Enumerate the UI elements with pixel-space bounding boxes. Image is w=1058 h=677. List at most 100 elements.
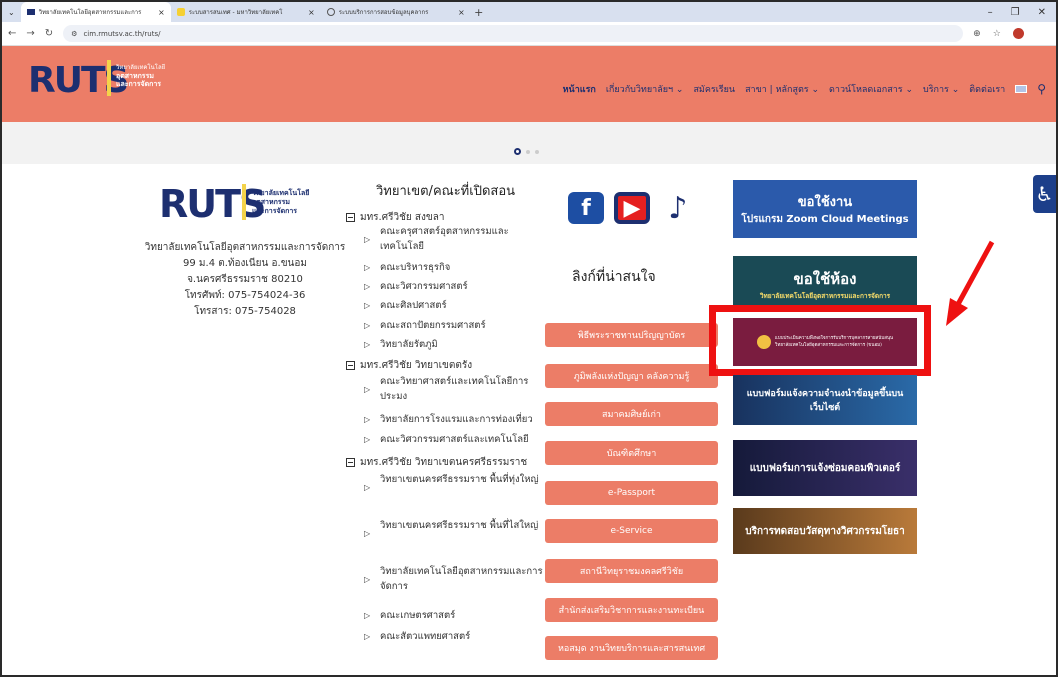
- highlight-box: [709, 305, 931, 376]
- faculty-item[interactable]: ▷ คณะวิศวกรรมศาสตร์: [364, 279, 545, 294]
- nav-services[interactable]: บริการ ⌄: [923, 82, 959, 96]
- language-flag-icon[interactable]: [1015, 85, 1028, 93]
- nav-about[interactable]: เกี่ยวกับวิทยาลัยฯ ⌄: [606, 82, 684, 96]
- college-address: วิทยาลัยเทคโนโลยีอุตสาหกรรมและการจัดการ …: [140, 240, 350, 320]
- logo-sub-line: และการจัดการ: [252, 207, 298, 215]
- restore-icon[interactable]: ❐: [1011, 7, 1020, 18]
- tab-label: ระบบสารสนเทศ - มหาวิทยาลัยเทคโ: [188, 9, 283, 16]
- campus-label: มทร.ศรีวิชัย สงขลา: [360, 212, 445, 223]
- play-icon: ▷: [364, 575, 371, 584]
- play-icon: ▷: [364, 415, 371, 424]
- room-banner[interactable]: ขอใช้ห้อง วิทยาลัยเทคโนโลยีอุตสาหกรรมและ…: [733, 256, 917, 312]
- banner-title: บริการทดสอบวัสดุทางวิศวกรรมโยธา: [745, 525, 905, 537]
- tab-ruts[interactable]: วิทยาลัยเทคโนโลยีอุตสาหกรรมและการ ×: [20, 2, 171, 22]
- link-button-graduation[interactable]: พิธีพระราชทานปริญญาบัตร: [545, 323, 718, 347]
- zoom-icon[interactable]: ⊕: [973, 29, 981, 39]
- profile-avatar[interactable]: [1012, 28, 1024, 39]
- tab-list-icon[interactable]: ⌄: [2, 8, 21, 17]
- slider-dot-active[interactable]: [514, 148, 521, 155]
- banner-title: ขอใช้ห้อง: [793, 270, 857, 288]
- link-button-library[interactable]: หอสมุด งานวิทยบริการและสารสนเทศ: [545, 636, 718, 660]
- zoom-banner[interactable]: ขอใช้งาน โปรแกรม Zoom Cloud Meetings: [733, 180, 917, 238]
- link-button-eservice[interactable]: e-Service: [545, 519, 718, 543]
- close-tab-icon[interactable]: ×: [308, 8, 315, 17]
- address-line: 99 ม.4 ต.ท้องเนียน อ.ขนอม: [183, 258, 307, 269]
- tab-strip: ⌄ วิทยาลัยเทคโนโลยีอุตสาหกรรมและการ × ระ…: [2, 2, 1056, 22]
- tab-info-system[interactable]: ระบบสารสนเทศ - มหาวิทยาลัยเทคโ ×: [171, 2, 321, 22]
- slider-dot[interactable]: [526, 149, 530, 154]
- reload-icon[interactable]: ↻: [45, 28, 53, 39]
- campus-trang[interactable]: มทร.ศรีวิชัย วิทยาเขตตรัง: [346, 358, 472, 373]
- slider-dots: [514, 148, 539, 155]
- faculty-item[interactable]: ▷ คณะสถาปัตยกรรมศาสตร์: [364, 318, 545, 333]
- link-button-radio[interactable]: สถานีวิทยุราชมงคลศรีวิชัย: [545, 559, 718, 583]
- faculty-label: คณะศิลปศาสตร์: [380, 300, 447, 311]
- footer-logo-accent: [242, 184, 246, 220]
- faculty-item[interactable]: ▷ คณะศิลปศาสตร์: [364, 298, 545, 313]
- forward-icon[interactable]: →: [26, 28, 34, 39]
- slider-dot[interactable]: [535, 149, 539, 154]
- web-form-banner[interactable]: แบบฟอร์มแจ้งความจำนงนำข้อมูลขึ้นบนเว็บไซ…: [733, 375, 917, 425]
- youtube-icon[interactable]: ▶: [614, 192, 650, 224]
- faculty-item[interactable]: ▷ คณะครุศาสตร์อุตสาหกรรมและเทคโนโลยี: [364, 224, 545, 254]
- annotation-arrow-icon: [946, 240, 995, 326]
- faculty-item[interactable]: ▷ คณะบริหารธุรกิจ: [364, 260, 545, 275]
- faculty-item[interactable]: ▷ วิทยาเขตนครศรีธรรมราช พื้นที่ไสใหญ่: [364, 518, 545, 538]
- nav-apply[interactable]: สมัครเรียน: [693, 82, 735, 96]
- url-field[interactable]: ⚙ cim.rmutsv.ac.th/ruts/: [63, 25, 964, 42]
- close-tab-icon[interactable]: ×: [158, 8, 165, 17]
- link-button-alumni[interactable]: สมาคมศิษย์เก่า: [545, 402, 718, 426]
- close-window-icon[interactable]: ✕: [1038, 7, 1046, 18]
- close-tab-icon[interactable]: ×: [458, 8, 465, 17]
- faculty-label: คณะครุศาสตร์อุตสาหกรรมและเทคโนโลยี: [380, 226, 509, 252]
- faculty-item[interactable]: ▷ คณะสัตวแพทยศาสตร์: [364, 629, 545, 644]
- play-icon: ▷: [364, 435, 371, 444]
- logo-sub-line: และการจัดการ: [116, 80, 162, 88]
- facebook-icon[interactable]: f: [568, 192, 604, 224]
- link-button-knowledge[interactable]: ภูมิพลังแห่งปัญญา คลังความรู้: [545, 364, 718, 388]
- new-tab-icon[interactable]: +: [471, 6, 487, 19]
- minimize-icon[interactable]: –: [988, 7, 993, 18]
- globe-favicon-icon: [326, 8, 335, 16]
- play-icon: ▷: [364, 529, 371, 538]
- nav-home[interactable]: หน้าแรก: [563, 82, 596, 96]
- banner-title: แบบฟอร์มการแจ้งซ่อมคอมพิวเตอร์: [749, 462, 901, 474]
- site-logo[interactable]: RUTS: [28, 60, 129, 101]
- campus-nakhon[interactable]: มทร.ศรีวิชัย วิทยาเขตนครศรีธรรมราช: [346, 455, 527, 470]
- faculty-item[interactable]: ▷ คณะวิศวกรรมศาสตร์และเทคโนโลยี: [364, 432, 545, 447]
- faculty-item[interactable]: ▷ วิทยาลัยเทคโนโลยีอุตสาหกรรมและการจัดการ: [364, 564, 545, 594]
- banner-subtitle: โปรแกรม Zoom Cloud Meetings: [741, 214, 909, 225]
- faculty-item[interactable]: ▷ วิทยาเขตนครศรีธรรมราช พื้นที่ทุ่งใหญ่: [364, 472, 545, 492]
- tab-exam-service[interactable]: ระบบบริการการสอบข้อมูลบุคลากร ×: [321, 2, 471, 22]
- lab-test-banner[interactable]: บริการทดสอบวัสดุทางวิศวกรรมโยธา: [733, 508, 917, 554]
- campus-songkhla[interactable]: มทร.ศรีวิชัย สงขลา: [346, 210, 444, 225]
- bookmark-star-icon[interactable]: ☆: [993, 29, 1001, 39]
- phone-line: โทรศัพท์: 075-754024-36: [184, 290, 306, 301]
- nav-downloads[interactable]: ดาวน์โหลดเอกสาร ⌄: [829, 82, 913, 96]
- nav-contact[interactable]: ติดต่อเรา: [969, 82, 1005, 96]
- faculty-label: วิทยาเขตนครศรีธรรมราช พื้นที่ทุ่งใหญ่: [380, 474, 539, 485]
- link-button-epassport[interactable]: e-Passport: [545, 481, 718, 505]
- faculty-label: วิทยาเขตนครศรีธรรมราช พื้นที่ไสใหญ่: [380, 520, 539, 531]
- faculty-label: คณะวิศวกรรมศาสตร์: [380, 281, 468, 292]
- slider-band: [2, 122, 1056, 164]
- tab-label: ระบบบริการการสอบข้อมูลบุคลากร: [338, 9, 429, 16]
- back-icon[interactable]: ←: [8, 28, 16, 39]
- faculty-label: คณะเกษตรศาสตร์: [380, 610, 456, 621]
- link-button-graduate-school[interactable]: บัณฑิตศึกษา: [545, 441, 718, 465]
- search-icon[interactable]: ⚲: [1037, 82, 1046, 96]
- tiktok-icon[interactable]: ♪: [660, 191, 696, 226]
- accessibility-icon[interactable]: ♿: [1033, 175, 1056, 213]
- nav-programs[interactable]: สาขา | หลักสูตร ⌄: [745, 82, 819, 96]
- repair-form-banner[interactable]: แบบฟอร์มการแจ้งซ่อมคอมพิวเตอร์: [733, 440, 917, 496]
- ruts-favicon-icon: [26, 9, 35, 15]
- faculty-item[interactable]: ▷ คณะวิทยาศาสตร์และเทคโนโลยีการประมง: [364, 374, 545, 404]
- faculty-label: คณะบริหารธุรกิจ: [380, 262, 451, 273]
- faculty-item[interactable]: ▷ คณะเกษตรศาสตร์: [364, 608, 545, 623]
- window-controls: – ❐ ✕: [988, 7, 1056, 18]
- link-button-registrar[interactable]: สำนักส่งเสริมวิชาการและงานทะเบียน: [545, 598, 718, 622]
- site-info-icon[interactable]: ⚙: [71, 30, 77, 38]
- faculty-item[interactable]: ▷ วิทยาลัยการโรงแรมและการท่องเที่ยว: [364, 412, 545, 427]
- faculty-item[interactable]: ▷ วิทยาลัยรัตภูมิ: [364, 337, 545, 352]
- collapse-icon: [346, 458, 355, 467]
